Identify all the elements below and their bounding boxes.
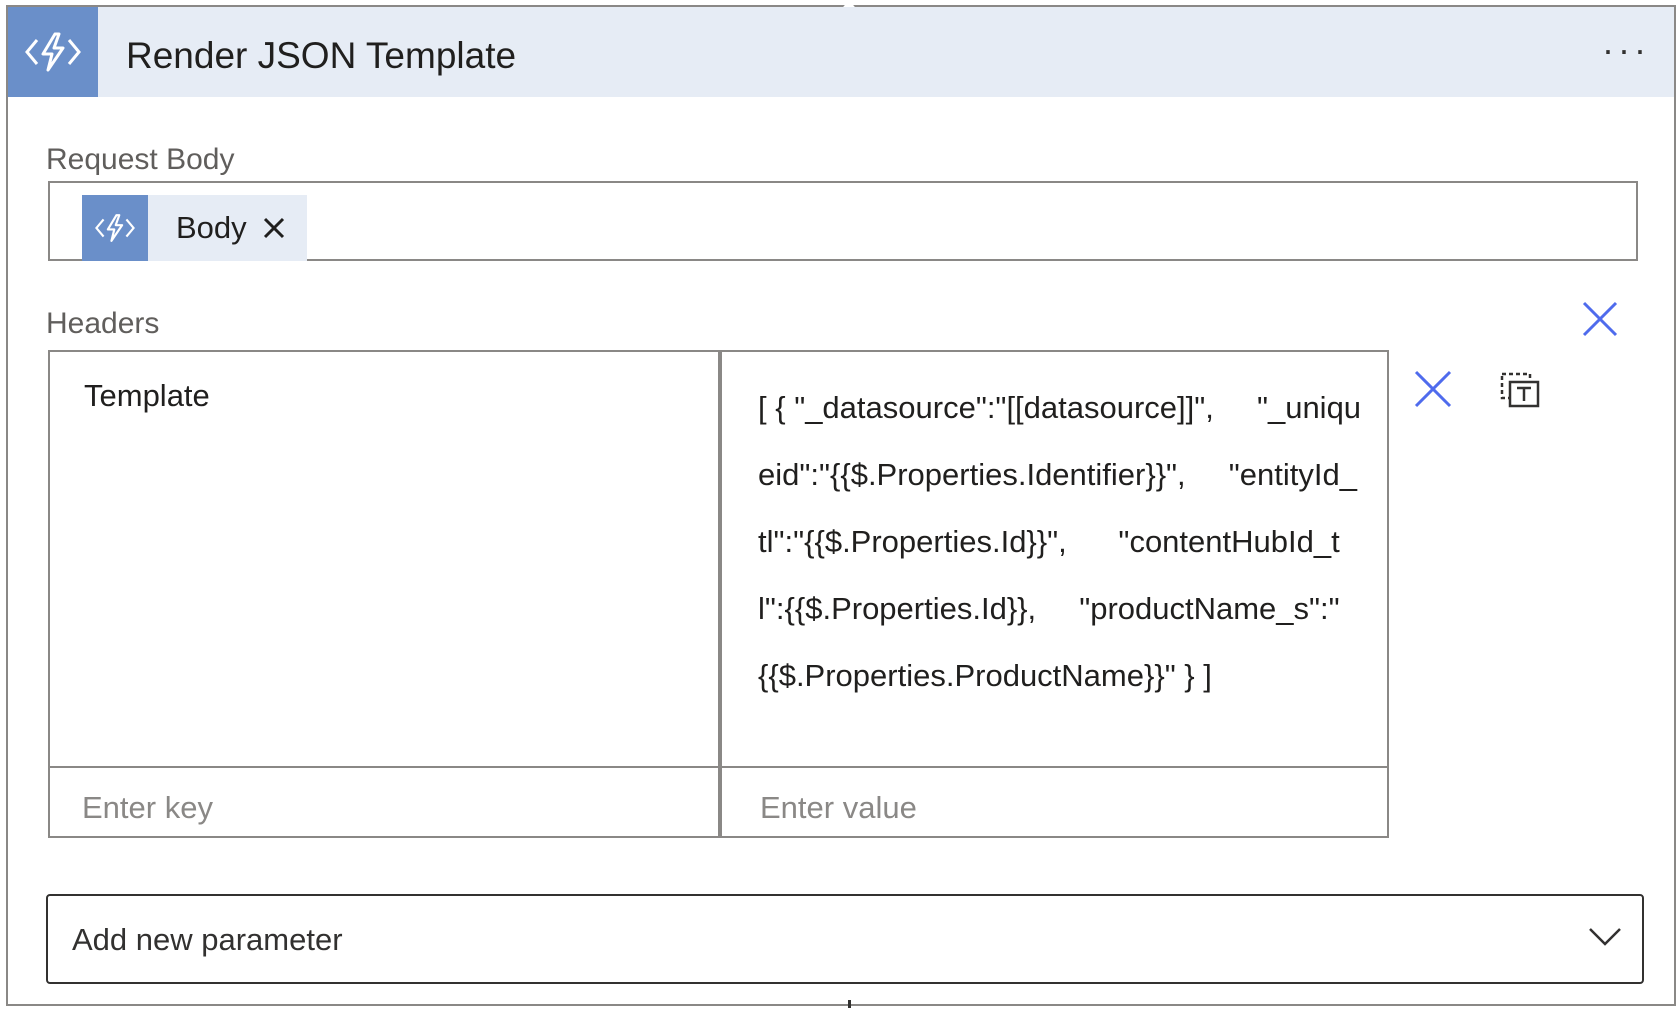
row-divider	[50, 766, 1387, 768]
chevron-down-icon	[1588, 926, 1622, 953]
add-new-parameter-dropdown[interactable]: Add new parameter	[46, 894, 1644, 984]
action-title: Render JSON Template	[126, 35, 517, 76]
request-body-field[interactable]: Body	[48, 181, 1638, 261]
header-key-template[interactable]: Template	[84, 378, 210, 414]
more-options-icon[interactable]: ···	[1602, 29, 1650, 71]
column-divider	[718, 352, 722, 836]
request-body-label: Request Body	[46, 143, 235, 176]
switch-to-text-mode-icon[interactable]	[1500, 372, 1540, 413]
remove-headers-icon[interactable]	[1582, 301, 1618, 342]
remove-row-icon[interactable]	[1414, 370, 1452, 413]
headers-table: Template [ { "_datasource":"[[datasource…	[48, 350, 1389, 838]
headers-label: Headers	[46, 307, 160, 340]
azure-function-icon	[8, 7, 98, 97]
header-value-template[interactable]: [ { "_datasource":"[[datasource]]", "_un…	[758, 374, 1363, 709]
new-header-key-input[interactable]	[80, 780, 704, 836]
body-token[interactable]: Body	[82, 195, 307, 261]
new-header-value-input[interactable]	[758, 780, 1362, 836]
remove-token-icon[interactable]	[263, 217, 285, 239]
connector-line-bottom	[848, 1000, 851, 1008]
action-header[interactable]: Render JSON Template ···	[8, 7, 1674, 97]
add-new-parameter-label: Add new parameter	[72, 922, 343, 957]
body-token-label: Body	[176, 210, 247, 245]
azure-function-icon	[82, 195, 148, 261]
action-card: Render JSON Template ··· Request Body Bo…	[6, 0, 1676, 1008]
